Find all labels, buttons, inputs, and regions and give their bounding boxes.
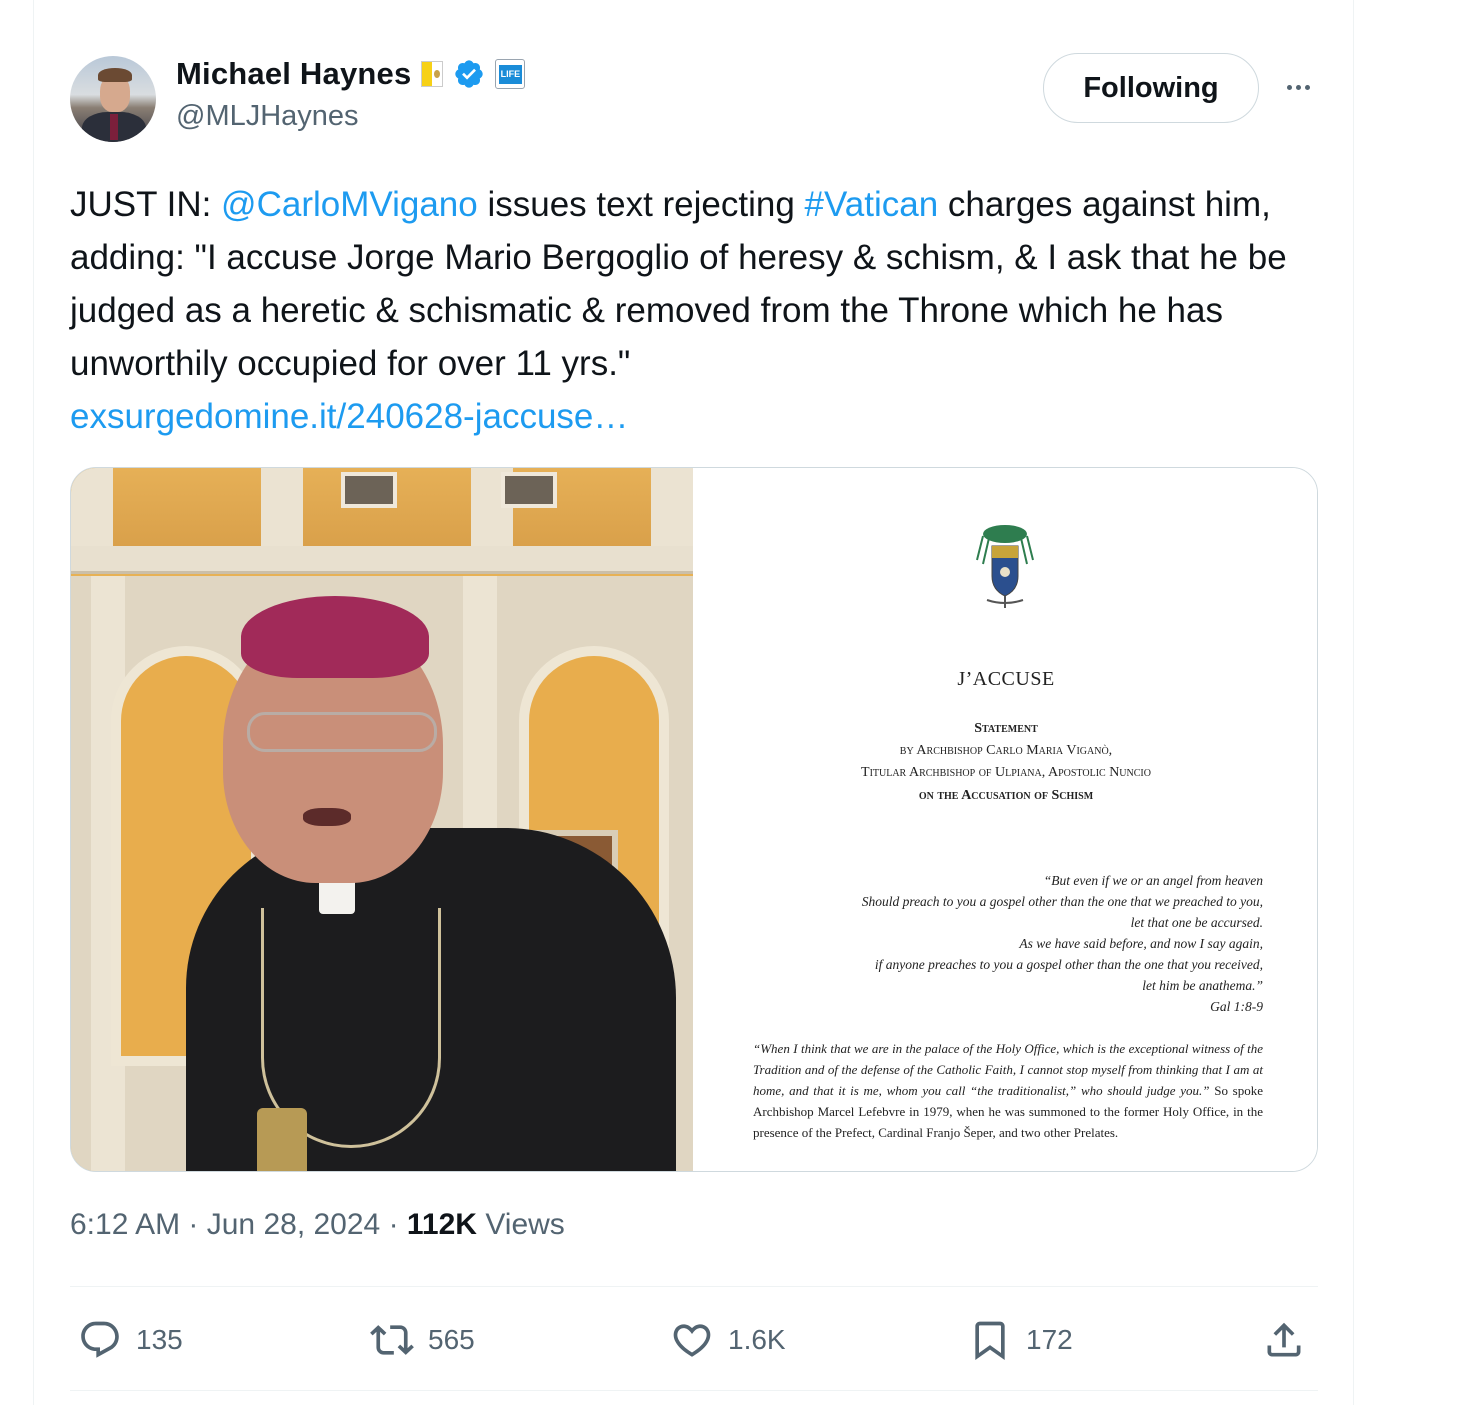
avatar[interactable] xyxy=(70,56,156,142)
reply-button[interactable]: 135 xyxy=(78,1310,183,1370)
bookmark-count: 172 xyxy=(1026,1324,1073,1355)
like-button[interactable]: 1.6K xyxy=(670,1310,786,1370)
author-display-name[interactable]: Michael Haynes xyxy=(176,56,411,92)
vatican-flag-icon xyxy=(421,61,444,87)
timestamp-time[interactable]: 6:12 AM xyxy=(70,1208,180,1241)
document-titular: Titular Archbishop of Ulpiana, Apostolic… xyxy=(861,765,1151,780)
reply-icon xyxy=(81,1321,119,1358)
verified-icon[interactable] xyxy=(453,58,485,90)
following-button[interactable]: Following xyxy=(1043,53,1259,123)
document-quote: “But even if we or an angel from heaven … xyxy=(861,873,1263,1014)
timeline-right-border xyxy=(1353,0,1354,1405)
tweet-metadata: 6:12 AM · Jun 28, 2024 · 112K Views xyxy=(70,1208,565,1241)
repost-icon xyxy=(370,1325,414,1355)
hashtag-link[interactable]: #Vatican xyxy=(805,185,939,224)
media-attachment[interactable]: J’ACCUSE Statement by Archbishop Carlo M… xyxy=(70,467,1318,1172)
share-button[interactable] xyxy=(1262,1310,1306,1370)
document-subject: on the Accusation of Schism xyxy=(918,788,1094,803)
coat-of-arms-icon xyxy=(976,525,1034,608)
document-paragraph: “When I think that we are in the palace … xyxy=(753,1041,1263,1140)
like-count: 1.6K xyxy=(728,1324,786,1355)
author-handle[interactable]: @MLJHaynes xyxy=(176,100,359,133)
repost-button[interactable]: 565 xyxy=(370,1310,475,1370)
divider xyxy=(70,1286,1318,1287)
views-count: 112K xyxy=(406,1208,477,1241)
tweet-text: JUST IN: @CarloMVigano issues text rejec… xyxy=(70,185,1287,436)
bookmark-button[interactable]: 172 xyxy=(968,1310,1073,1370)
archbishop-photo[interactable] xyxy=(71,468,693,1171)
reply-count: 135 xyxy=(136,1324,183,1355)
mention-link[interactable]: @CarloMVigano xyxy=(221,185,478,224)
author-name-row: Michael Haynes LIFE xyxy=(176,54,526,94)
tweet-header: Michael Haynes LIFE @MLJHaynes Following xyxy=(70,52,1320,142)
timestamp-date[interactable]: Jun 28, 2024 xyxy=(207,1208,380,1241)
document-title: J’ACCUSE xyxy=(957,668,1055,690)
document-statement: Statement xyxy=(974,721,1038,736)
bookmark-icon xyxy=(975,1321,1005,1361)
heart-icon xyxy=(673,1324,711,1357)
document-image[interactable]: J’ACCUSE Statement by Archbishop Carlo M… xyxy=(693,468,1317,1171)
document-byline: by Archbishop Carlo Maria Viganò, xyxy=(899,743,1113,758)
affiliate-badge-icon[interactable]: LIFE xyxy=(495,59,526,89)
repost-count: 565 xyxy=(428,1324,475,1355)
divider xyxy=(70,1390,1318,1391)
more-options-icon[interactable] xyxy=(1278,72,1318,102)
share-icon xyxy=(1267,1322,1301,1357)
external-link[interactable]: exsurgedomine.it/240628-jaccuse… xyxy=(70,397,628,436)
action-bar: 135 565 1.6K 172 xyxy=(70,1310,1318,1370)
timeline-left-border xyxy=(33,0,34,1405)
views-label: Views xyxy=(476,1208,565,1241)
